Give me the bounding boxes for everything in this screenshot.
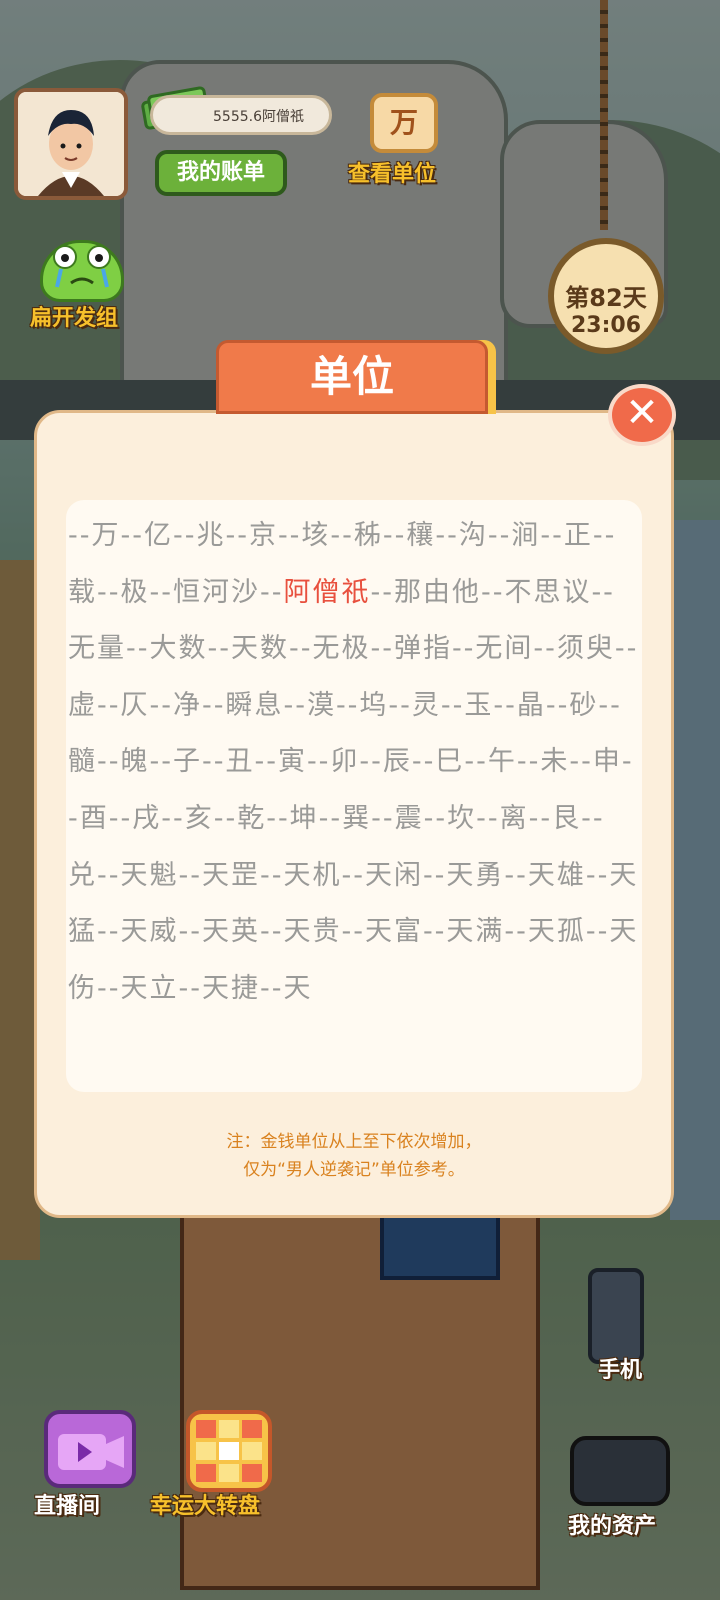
units-after-highlight: --那由他--不思议--无量--大数--天数--无极--弹指--无间--须臾--… [68,576,639,1004]
money-display: 5555.6阿僧祇 [150,95,332,135]
units-list-box[interactable]: --万--亿--兆--京--垓--秭--穰--沟--涧--正--载--极--恒河… [66,500,642,1092]
money-amount: 5555.6阿僧祇 [213,109,304,125]
live-room-icon[interactable] [44,1410,136,1488]
live-room-label[interactable]: 直播间 [34,1488,100,1520]
modal-title: 单位 [309,352,394,401]
phone-icon[interactable] [588,1268,644,1364]
modal-title-tab: 单位 [216,340,488,414]
close-icon: ✕ [625,390,659,436]
video-camera-icon [58,1434,124,1470]
prize-grid-icon [196,1420,262,1482]
player-avatar[interactable] [14,88,128,200]
unit-tile-icon[interactable]: 万 [370,93,438,153]
avatar-portrait-icon [18,92,124,196]
lucky-wheel-label[interactable]: 幸运大转盘 [150,1488,260,1520]
game-time: 23:06 [570,313,642,338]
frog-face-icon [53,245,111,288]
hanging-chain [600,0,608,230]
close-button[interactable]: ✕ [608,384,676,446]
units-list-text: --万--亿--兆--京--垓--秭--穰--沟--涧--正--载--极--恒河… [66,500,640,1017]
note-line-1: 注：金钱单位从上至下依次增加， [226,1132,482,1152]
highlighted-unit: 阿僧祇 [283,576,371,608]
lucky-wheel-icon[interactable] [186,1410,272,1492]
view-units-label[interactable]: 查看单位 [348,156,436,188]
my-bill-button[interactable]: 我的账单 [155,150,287,196]
briefcase-icon[interactable] [570,1436,670,1506]
day-counter: 第82天 [565,284,647,312]
phone-label[interactable]: 手机 [598,1352,642,1384]
my-assets-label[interactable]: 我的资产 [568,1508,656,1540]
day-clock: 第82天 23:06 [548,238,664,354]
dev-group-label[interactable]: 扁开发组 [30,300,118,332]
frog-dev-group-icon[interactable] [40,240,124,302]
units-note: 注：金钱单位从上至下依次增加， 仅为“男人逆袭记”单位参考。 [34,1128,674,1184]
note-line-2: 仅为“男人逆袭记”单位参考。 [243,1160,465,1180]
